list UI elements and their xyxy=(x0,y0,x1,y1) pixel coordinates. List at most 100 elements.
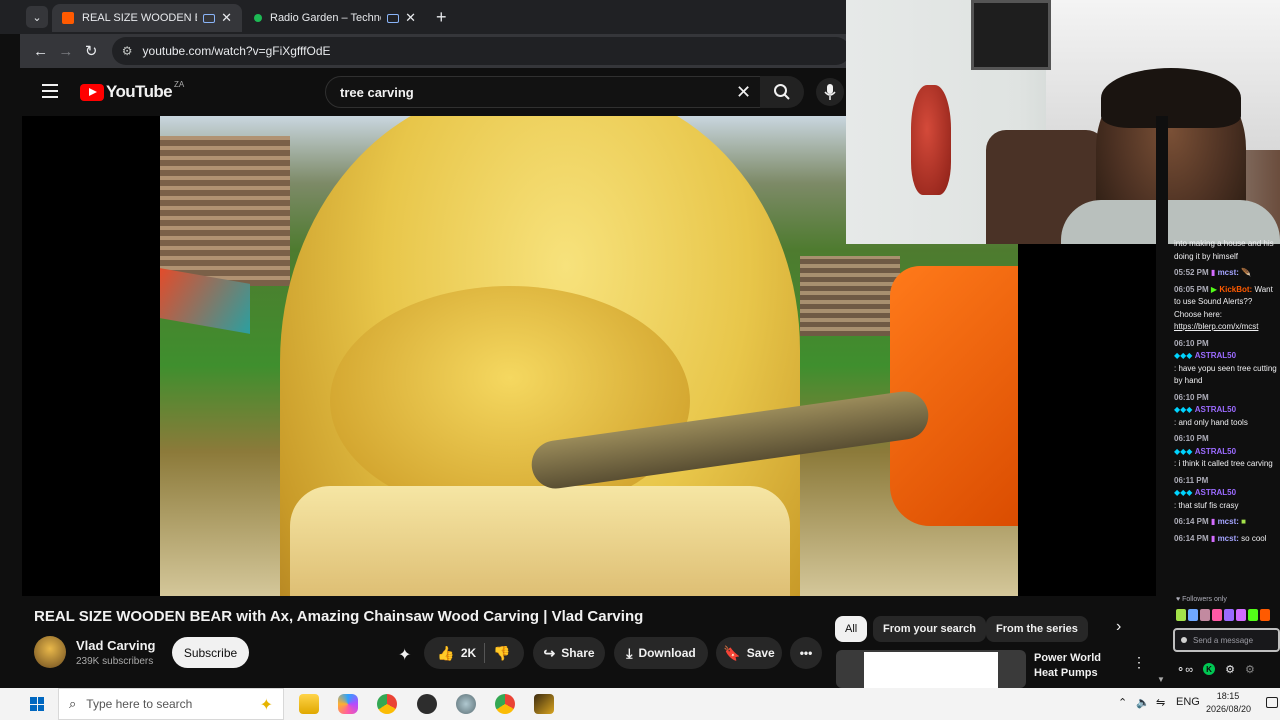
chat-time: 06:10 PM xyxy=(1174,434,1209,443)
site-info-icon[interactable]: ⚙ xyxy=(122,44,133,58)
channel-name[interactable]: Vlad Carving xyxy=(76,638,155,653)
chat-text: : have yopu seen tree cutting by hand xyxy=(1174,363,1277,386)
tab-title: Radio Garden – Techno Und xyxy=(270,12,381,24)
subscribe-button[interactable]: Subscribe xyxy=(172,637,249,668)
tab-radio-garden[interactable]: Radio Garden – Techno Und ✕ xyxy=(244,4,426,32)
emote-icon[interactable] xyxy=(1212,609,1222,621)
scrollbar[interactable] xyxy=(1156,116,1168,688)
close-tab-icon[interactable]: ✕ xyxy=(405,10,416,26)
chevron-right-icon[interactable]: › xyxy=(1116,618,1121,636)
chip-from-your-search[interactable]: From your search xyxy=(873,616,986,642)
youtube-logo[interactable]: YouTube ZA xyxy=(80,80,184,102)
more-vert-icon[interactable]: ⋮ xyxy=(1132,654,1146,671)
emote-bar xyxy=(1176,609,1280,623)
emote-icon[interactable] xyxy=(1236,609,1246,621)
voice-search-button[interactable] xyxy=(816,78,844,106)
recommendation-thumbnail[interactable] xyxy=(836,650,1026,688)
bookmark-icon: 🔖 xyxy=(723,644,741,661)
chevron-up-icon[interactable]: ⌃ xyxy=(1118,696,1127,709)
thumbs-up-icon[interactable]: 👍 xyxy=(437,645,454,662)
chat-message: 05:52 PM ▮ mcst: 🪶 xyxy=(1174,268,1252,277)
address-bar[interactable]: ⚙ youtube.com/watch?v=gFiXgfffOdE xyxy=(111,37,851,65)
more-icon: ••• xyxy=(799,646,813,660)
save-button[interactable]: 🔖 Save xyxy=(716,637,782,669)
taskbar-search-input[interactable]: ⌕ Type here to search ✦ xyxy=(58,688,284,720)
new-tab-button[interactable]: + xyxy=(436,7,447,28)
download-icon: ⤓ xyxy=(626,644,633,661)
download-button[interactable]: ⤓ Download xyxy=(614,637,708,669)
chat-text: into making a house and his doing it by … xyxy=(1174,240,1274,261)
tab-search-button[interactable]: ⌄ xyxy=(26,6,48,28)
emote-icon[interactable] xyxy=(1224,609,1234,621)
more-actions-button[interactable]: ••• xyxy=(790,637,822,669)
youtube-favicon-icon xyxy=(62,12,74,24)
obs-icon[interactable] xyxy=(417,694,437,714)
chat-link[interactable]: https://blerp.com/x/mcst xyxy=(1174,322,1258,331)
emote-icon[interactable] xyxy=(1188,609,1198,621)
chat-user[interactable]: mcst: xyxy=(1218,268,1239,277)
reload-icon[interactable]: ↻ xyxy=(79,42,104,60)
sparkle-icon: ✦ xyxy=(259,697,273,714)
gear-icon[interactable]: ⚙ xyxy=(1245,663,1255,676)
search-button[interactable] xyxy=(760,76,804,108)
followers-only-label: Followers only xyxy=(1182,596,1227,603)
clear-search-icon[interactable]: ✕ xyxy=(736,82,751,103)
chat-time: 06:10 PM xyxy=(1174,392,1209,402)
radio-garden-favicon-icon xyxy=(254,14,262,22)
thumbs-down-icon[interactable]: 👎 xyxy=(493,645,510,662)
share-button[interactable]: ↪ Share xyxy=(533,637,605,669)
emote-icon[interactable] xyxy=(1260,609,1270,621)
avatar[interactable] xyxy=(34,636,66,668)
infinity-icon[interactable]: ⚬∞ xyxy=(1176,663,1193,676)
search-icon xyxy=(774,84,790,100)
share-label: Share xyxy=(561,646,595,660)
close-tab-icon[interactable]: ✕ xyxy=(221,10,232,26)
emote-icon: 🪶 xyxy=(1241,268,1252,277)
chip-all[interactable]: All xyxy=(835,616,868,642)
forward-icon[interactable]: → xyxy=(53,43,78,60)
chat-user[interactable]: ASTRAL50 xyxy=(1195,351,1236,360)
emote-icon[interactable] xyxy=(1200,609,1210,621)
chat-user[interactable]: KickBot: xyxy=(1219,285,1252,294)
taskbar-clock[interactable]: 18:15 2026/08/20 xyxy=(1206,690,1251,716)
notification-icon[interactable] xyxy=(1266,697,1278,708)
scroll-down-icon[interactable]: ▼ xyxy=(1157,675,1165,684)
chat-user[interactable]: mcst: xyxy=(1218,534,1239,543)
windows-start-icon[interactable] xyxy=(30,697,44,711)
clock-time: 18:15 xyxy=(1216,691,1240,701)
chat-user[interactable]: mcst: xyxy=(1218,517,1239,526)
emoji-icon[interactable] xyxy=(1181,637,1187,643)
tab-wooden-bear[interactable]: REAL SIZE WOODEN BEAR ✕ xyxy=(52,4,242,32)
search-input[interactable]: tree carving xyxy=(325,76,785,108)
chrome-icon[interactable] xyxy=(495,694,515,714)
like-count[interactable]: 2K xyxy=(461,646,476,660)
video-title: REAL SIZE WOODEN BEAR with Ax, Amazing C… xyxy=(34,608,644,625)
hanging-bag xyxy=(911,85,951,195)
recommendation-title[interactable]: Power World Heat Pumps xyxy=(1034,651,1114,681)
app-icon[interactable] xyxy=(456,694,476,714)
chat-input[interactable]: Send a message xyxy=(1173,628,1280,652)
chat-text: : i think it called tree carving xyxy=(1174,459,1273,468)
kick-icon[interactable]: K xyxy=(1203,663,1216,675)
app-icon[interactable] xyxy=(534,694,554,714)
back-icon[interactable]: ← xyxy=(28,43,53,60)
chat-user[interactable]: ASTRAL50 xyxy=(1195,488,1236,497)
language-indicator[interactable]: ENG xyxy=(1176,696,1200,708)
emote-icon[interactable] xyxy=(1248,609,1258,621)
settings-icon[interactable]: ⚙ xyxy=(1225,663,1235,676)
chip-from-the-series[interactable]: From the series xyxy=(986,616,1088,642)
search-icon: ⌕ xyxy=(69,696,77,711)
chat-user[interactable]: ASTRAL50 xyxy=(1195,405,1236,414)
volume-icon[interactable]: 🔈 xyxy=(1136,696,1150,709)
stream-chat: into making a house and his doing it by … xyxy=(1174,240,1280,590)
chat-user[interactable]: ASTRAL50 xyxy=(1195,447,1236,456)
youtube-header: YouTube ZA tree carving ✕ xyxy=(20,68,850,116)
file-explorer-icon[interactable] xyxy=(299,694,319,714)
emote-icon[interactable] xyxy=(1176,609,1186,621)
menu-icon[interactable] xyxy=(42,84,58,98)
network-icon[interactable]: ⇋ xyxy=(1156,696,1165,709)
chat-message: into making a house and his doing it by … xyxy=(1174,240,1280,263)
chrome-icon[interactable] xyxy=(377,694,397,714)
bell-icon[interactable]: ✦ xyxy=(398,645,411,665)
copilot-icon[interactable] xyxy=(338,694,358,714)
